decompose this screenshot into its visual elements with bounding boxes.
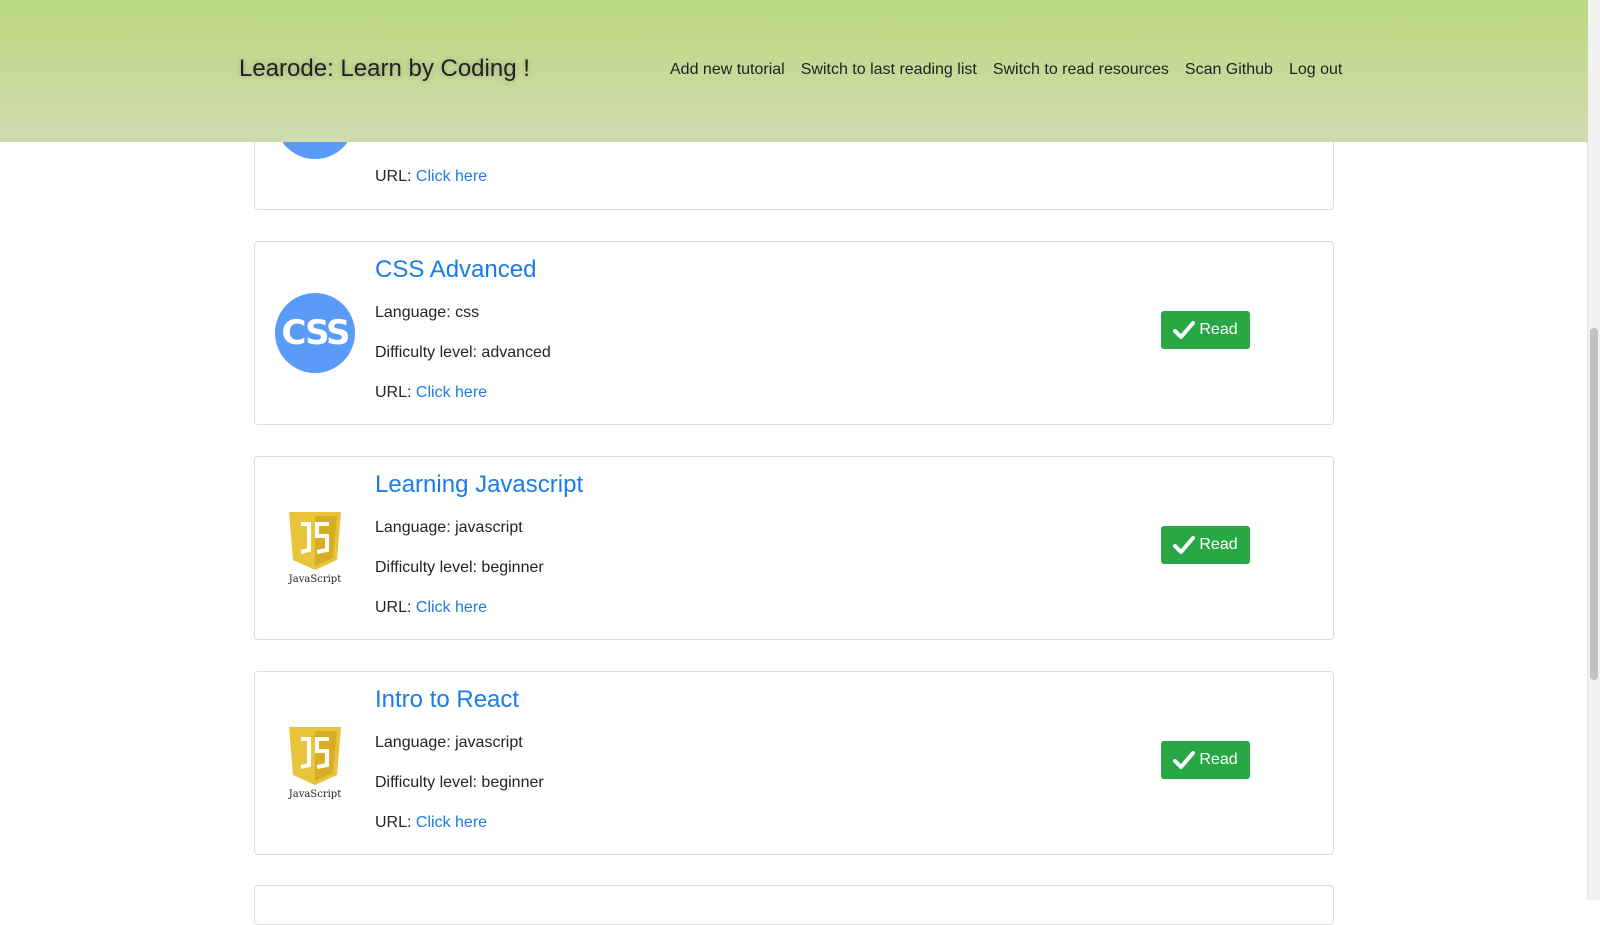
tutorial-title[interactable]: Intro to React <box>375 686 519 714</box>
language-label: Language: <box>375 304 451 321</box>
url-link[interactable]: Click here <box>416 599 487 616</box>
vertical-scrollbar[interactable] <box>1587 0 1600 900</box>
url-label: URL: <box>375 384 412 401</box>
language-value: css <box>455 304 480 321</box>
tutorial-title[interactable]: CSS Advanced <box>375 256 536 284</box>
language-value: javascript <box>455 519 523 536</box>
url-link[interactable]: Click here <box>416 384 487 401</box>
difficulty-row: Difficulty level: beginner <box>375 559 544 577</box>
css-logo-text: CSS <box>281 313 350 353</box>
language-row: Language: javascript <box>375 519 523 537</box>
read-button-label: Read <box>1199 536 1238 553</box>
tutorial-card: JavaScript Intro to React Language: java… <box>254 671 1334 855</box>
difficulty-value: advanced <box>481 344 551 361</box>
difficulty-value: beginner <box>481 559 544 576</box>
read-button[interactable]: Read <box>1161 741 1250 779</box>
nav-log-out[interactable]: Log out <box>1289 61 1342 79</box>
difficulty-row: Difficulty level: beginner <box>375 774 544 792</box>
difficulty-label: Difficulty level: <box>375 559 477 576</box>
url-row: URL: Click here <box>375 599 487 617</box>
difficulty-row: Difficulty level: advanced <box>375 344 551 362</box>
javascript-shield-icon <box>289 512 341 570</box>
tutorial-title[interactable]: Learning Javascript <box>375 471 583 499</box>
read-button[interactable]: Read <box>1161 311 1250 349</box>
url-row: URL: Click here <box>375 814 487 832</box>
language-row: Language: javascript <box>375 734 523 752</box>
difficulty-label: Difficulty level: <box>375 344 477 361</box>
nav-add-new-tutorial[interactable]: Add new tutorial <box>670 61 785 79</box>
url-row: URL: Click here <box>375 384 487 402</box>
url-row: URL: Click here <box>375 168 487 186</box>
read-button-label: Read <box>1199 321 1238 338</box>
top-navbar: Learode: Learn by Coding ! Add new tutor… <box>0 0 1588 142</box>
nav-links: Add new tutorial Switch to last reading … <box>670 61 1342 79</box>
language-row: Language: css <box>375 304 479 322</box>
url-label: URL: <box>375 168 412 185</box>
checkmark-icon <box>1173 321 1196 339</box>
nav-switch-last-reading-list[interactable]: Switch to last reading list <box>801 61 977 79</box>
url-label: URL: <box>375 814 412 831</box>
tutorial-card: JavaScript Learning Javascript Language:… <box>254 456 1334 640</box>
difficulty-value: beginner <box>481 774 544 791</box>
read-button[interactable]: Read <box>1161 526 1250 564</box>
tutorial-card: CSS CSS Advanced Language: css Difficult… <box>254 241 1334 425</box>
checkmark-icon <box>1173 751 1196 769</box>
url-link[interactable]: Click here <box>416 168 487 185</box>
checkmark-icon <box>1173 536 1196 554</box>
javascript-shield-icon <box>289 727 341 785</box>
language-value: javascript <box>455 734 523 751</box>
language-label: Language: <box>375 519 451 536</box>
brand-title[interactable]: Learode: Learn by Coding ! <box>239 55 530 83</box>
nav-switch-read-resources[interactable]: Switch to read resources <box>993 61 1169 79</box>
language-label: Language: <box>375 734 451 751</box>
url-link[interactable]: Click here <box>416 814 487 831</box>
javascript-logo-icon: JavaScript <box>275 510 355 590</box>
javascript-logo-caption: JavaScript <box>288 574 342 585</box>
css-logo-icon: CSS <box>275 293 355 373</box>
scrollbar-thumb[interactable] <box>1590 328 1598 680</box>
url-label: URL: <box>375 599 412 616</box>
javascript-logo-icon: JavaScript <box>275 725 355 805</box>
javascript-logo-caption: JavaScript <box>288 789 342 800</box>
tutorial-card <box>254 885 1334 925</box>
read-button-label: Read <box>1199 751 1238 768</box>
difficulty-label: Difficulty level: <box>375 774 477 791</box>
nav-scan-github[interactable]: Scan Github <box>1185 61 1273 79</box>
